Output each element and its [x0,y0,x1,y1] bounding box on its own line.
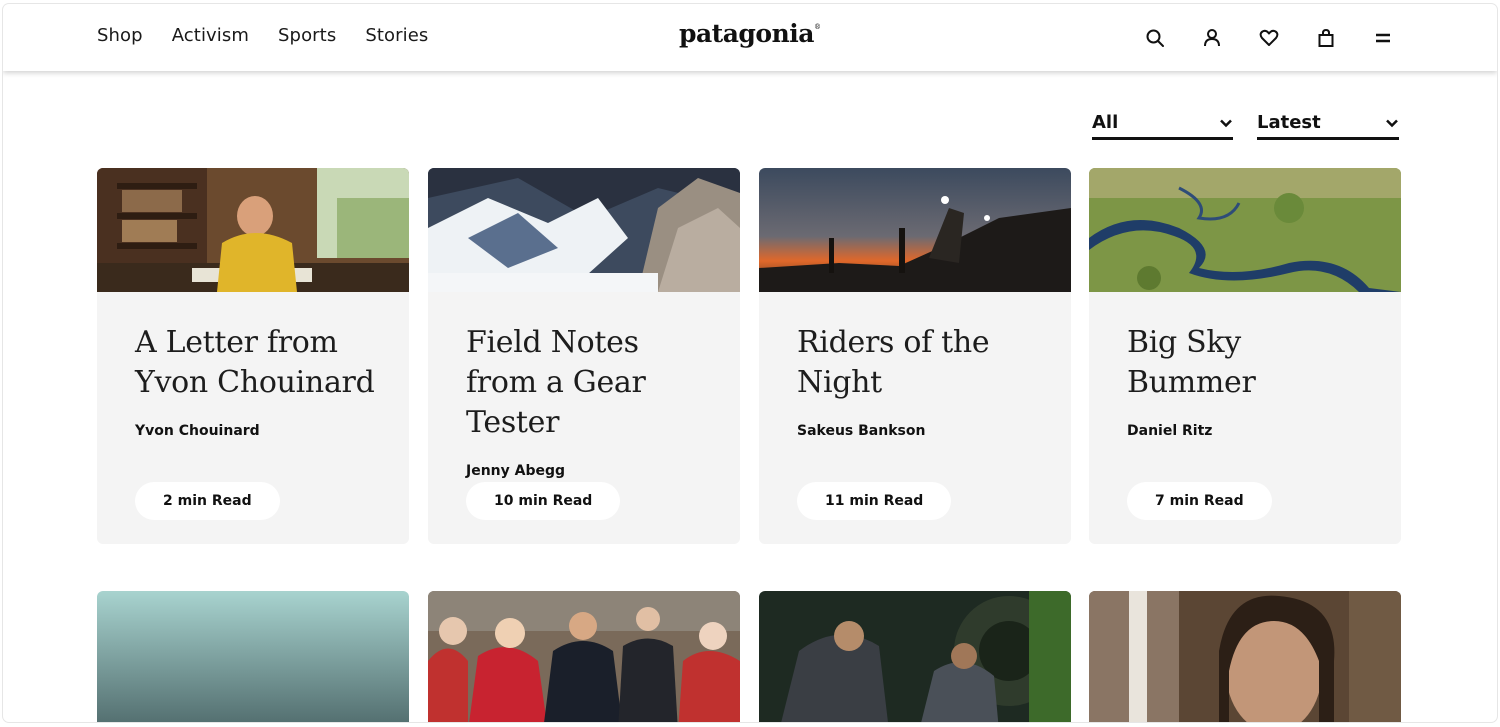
story-card[interactable]: Riders of the Night Sakeus Bankson 11 mi… [759,168,1071,544]
nav-activism[interactable]: Activism [172,25,249,46]
story-card[interactable] [428,591,740,722]
logo-text: patagonia [679,19,814,48]
story-card[interactable] [1089,591,1401,722]
menu-icon[interactable] [1371,26,1395,50]
story-card[interactable]: Big Sky Bummer Daniel Ritz 7 min Read [1089,168,1401,544]
nav-stories[interactable]: Stories [365,25,428,46]
story-image-teal-water[interactable] [97,591,409,722]
story-image-farm-tractor[interactable] [759,591,1071,722]
read-time-badge: 10 min Read [466,482,621,520]
bag-icon[interactable] [1314,26,1338,50]
story-title[interactable]: Big Sky Bummer [1127,323,1377,403]
story-author: Sakeus Bankson [797,423,926,439]
story-card[interactable] [97,591,409,722]
story-image-night-riders[interactable] [759,168,1071,292]
story-image-river-aerial[interactable] [1089,168,1401,292]
read-time-badge: 2 min Read [135,482,280,520]
story-author: Yvon Chouinard [135,423,260,439]
story-author: Daniel Ritz [1127,423,1213,439]
account-icon[interactable] [1200,26,1224,50]
sort-filter-select[interactable]: Latest [1257,108,1399,140]
story-card[interactable] [759,591,1071,722]
wishlist-icon[interactable] [1257,26,1281,50]
story-title[interactable]: A Letter from Yvon Chouinard [135,323,385,403]
read-time-badge: 11 min Read [797,482,952,520]
header-actions [1143,26,1395,50]
story-title[interactable]: Riders of the Night [797,323,1047,403]
main-nav: Shop Activism Sports Stories [97,25,457,46]
site-header: Shop Activism Sports Stories patagonia® [3,4,1497,71]
read-time-badge: 7 min Read [1127,482,1272,520]
story-card[interactable]: Field Notes from a Gear Tester Jenny Abe… [428,168,740,544]
story-card[interactable]: A Letter from Yvon Chouinard Yvon Chouin… [97,168,409,544]
story-image-protest-crowd[interactable] [428,591,740,722]
story-image-portrait-window[interactable] [1089,591,1401,722]
browser-viewport: Shop Activism Sports Stories patagonia® [3,4,1497,722]
category-filter-select[interactable]: All [1092,108,1233,140]
nav-sports[interactable]: Sports [278,25,336,46]
story-author: Jenny Abegg [466,463,566,479]
sort-filter-value: Latest [1257,112,1321,133]
nav-shop[interactable]: Shop [97,25,143,46]
category-filter-value: All [1092,112,1119,133]
chevron-down-icon [1220,119,1232,127]
patagonia-logo[interactable]: patagonia® [679,19,821,48]
story-image-mountain-snow[interactable] [428,168,740,292]
chevron-down-icon [1386,119,1398,127]
logo-registered-mark: ® [813,23,821,31]
story-image-author-at-desk[interactable] [97,168,409,292]
search-icon[interactable] [1143,26,1167,50]
story-title[interactable]: Field Notes from a Gear Tester [466,323,716,443]
